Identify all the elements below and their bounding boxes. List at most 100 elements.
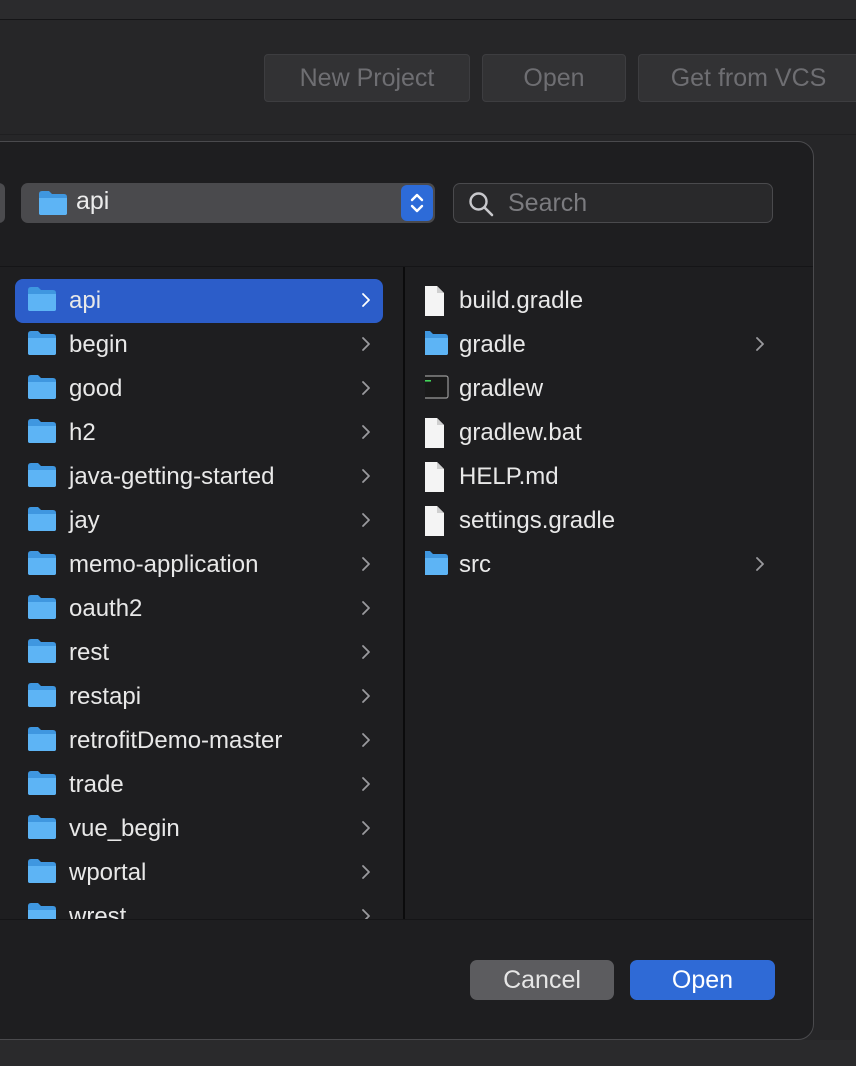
open-button[interactable]: Open: [630, 960, 775, 1000]
header-divider: [0, 266, 813, 267]
chevron-right-icon: [361, 335, 371, 358]
project-folder-row[interactable]: restapi: [15, 675, 383, 719]
document-icon: [425, 461, 451, 493]
footer-divider: [0, 919, 813, 920]
folder-icon: [27, 769, 59, 801]
get-from-vcs-button[interactable]: Get from VCS: [638, 54, 856, 102]
open-project-button[interactable]: Open: [482, 54, 626, 102]
project-folder-row-label: oauth2: [69, 595, 143, 622]
cancel-button[interactable]: Cancel: [470, 960, 614, 1000]
file-list-row-label: HELP.md: [459, 463, 559, 490]
file-list-row-label: src: [459, 551, 491, 578]
search-icon: [468, 191, 494, 222]
chevron-right-icon: [361, 291, 371, 314]
window-title-strip: [0, 0, 856, 20]
project-folder-row[interactable]: wrest: [15, 895, 383, 919]
folder-icon: [27, 637, 59, 669]
folder-icon: [27, 857, 59, 889]
file-list-row[interactable]: src: [425, 543, 795, 587]
document-icon: [425, 285, 451, 317]
file-list-row[interactable]: settings.gradle: [425, 499, 795, 543]
window-background: [0, 1040, 856, 1066]
project-folder-row[interactable]: vue_begin: [15, 807, 383, 851]
chevron-right-icon: [361, 467, 371, 490]
file-list-row[interactable]: gradle: [425, 323, 795, 367]
file-list-row-label: gradle: [459, 331, 526, 358]
project-folder-row[interactable]: jay: [15, 499, 383, 543]
file-list-row[interactable]: HELP.md: [425, 455, 795, 499]
project-folder-row[interactable]: memo-application: [15, 543, 383, 587]
project-folder-row[interactable]: rest: [15, 631, 383, 675]
folder-icon: [425, 549, 451, 581]
search-field[interactable]: Search: [453, 183, 773, 223]
file-list-row-label: gradlew.bat: [459, 419, 582, 446]
folder-icon: [27, 373, 59, 405]
file-list-row-label: build.gradle: [459, 287, 584, 314]
folder-icon: [27, 461, 59, 493]
popup-stepper-icon: [401, 185, 433, 221]
file-list-row[interactable]: gradlew.bat: [425, 411, 795, 455]
project-folder-row-label: restapi: [69, 683, 142, 710]
project-folder-row-label: vue_begin: [69, 815, 180, 842]
project-folder-row[interactable]: h2: [15, 411, 383, 455]
project-folder-row-label: rest: [69, 639, 110, 666]
new-project-button[interactable]: New Project: [264, 54, 470, 102]
back-forward-control[interactable]: [0, 183, 5, 223]
open-file-dialog: api Search api begin good h2 java-getting-st…: [0, 141, 814, 1040]
folder-icon: [27, 725, 59, 757]
project-folder-row[interactable]: begin: [15, 323, 383, 367]
project-folder-row[interactable]: wportal: [15, 851, 383, 895]
column-divider[interactable]: [403, 267, 405, 919]
folder-icon: [425, 329, 451, 361]
chevron-right-icon: [361, 423, 371, 446]
chevron-right-icon: [361, 819, 371, 842]
project-folder-row-label: java-getting-started: [69, 463, 275, 490]
document-icon: [425, 417, 451, 449]
project-folder-row-label: jay: [69, 507, 100, 534]
folder-icon: [27, 593, 59, 625]
project-folder-row-label: begin: [69, 331, 128, 358]
browser-column-projects: api begin good h2 java-getting-started jay mem…: [15, 279, 383, 919]
project-folder-row-label: memo-application: [69, 551, 259, 578]
folder-icon: [27, 813, 59, 845]
chevron-right-icon: [361, 907, 371, 919]
chevron-right-icon: [361, 775, 371, 798]
project-folder-row[interactable]: api: [15, 279, 383, 323]
document-icon: [425, 505, 451, 537]
folder-icon: [27, 329, 59, 361]
project-folder-row-label: good: [69, 375, 123, 402]
folder-icon: [27, 505, 59, 537]
chevron-right-icon: [755, 555, 765, 578]
folder-icon: [27, 549, 59, 581]
chevron-right-icon: [361, 379, 371, 402]
chevron-right-icon: [361, 555, 371, 578]
chevron-right-icon: [361, 687, 371, 710]
chevron-right-icon: [361, 599, 371, 622]
path-popup-button[interactable]: api: [21, 183, 435, 223]
folder-icon: [38, 190, 68, 221]
chevron-right-icon: [755, 335, 765, 358]
browser-column-api: build.gradle gradle gradlew gradlew.bat HELP…: [425, 279, 795, 919]
file-list-row-label: settings.gradle: [459, 507, 616, 534]
project-folder-row-label: h2: [69, 419, 96, 446]
file-list-row-label: gradlew: [459, 375, 544, 402]
project-folder-row[interactable]: oauth2: [15, 587, 383, 631]
project-folder-row-label: api: [69, 287, 102, 314]
path-popup-label: api: [76, 187, 110, 215]
file-list-row[interactable]: build.gradle: [425, 279, 795, 323]
project-folder-row[interactable]: retrofitDemo-master: [15, 719, 383, 763]
chevron-right-icon: [361, 643, 371, 666]
file-list-row[interactable]: gradlew: [425, 367, 795, 411]
project-folder-row[interactable]: trade: [15, 763, 383, 807]
project-folder-row-label: trade: [69, 771, 124, 798]
project-folder-row[interactable]: good: [15, 367, 383, 411]
folder-icon: [27, 681, 59, 713]
project-folder-row[interactable]: java-getting-started: [15, 455, 383, 499]
chevron-right-icon: [361, 863, 371, 886]
folder-icon: [27, 285, 59, 317]
folder-icon: [27, 901, 59, 919]
project-folder-row-label: wrest: [69, 903, 127, 919]
project-folder-row-label: wportal: [69, 859, 147, 886]
chevron-right-icon: [361, 511, 371, 534]
welcome-divider: [0, 134, 856, 135]
